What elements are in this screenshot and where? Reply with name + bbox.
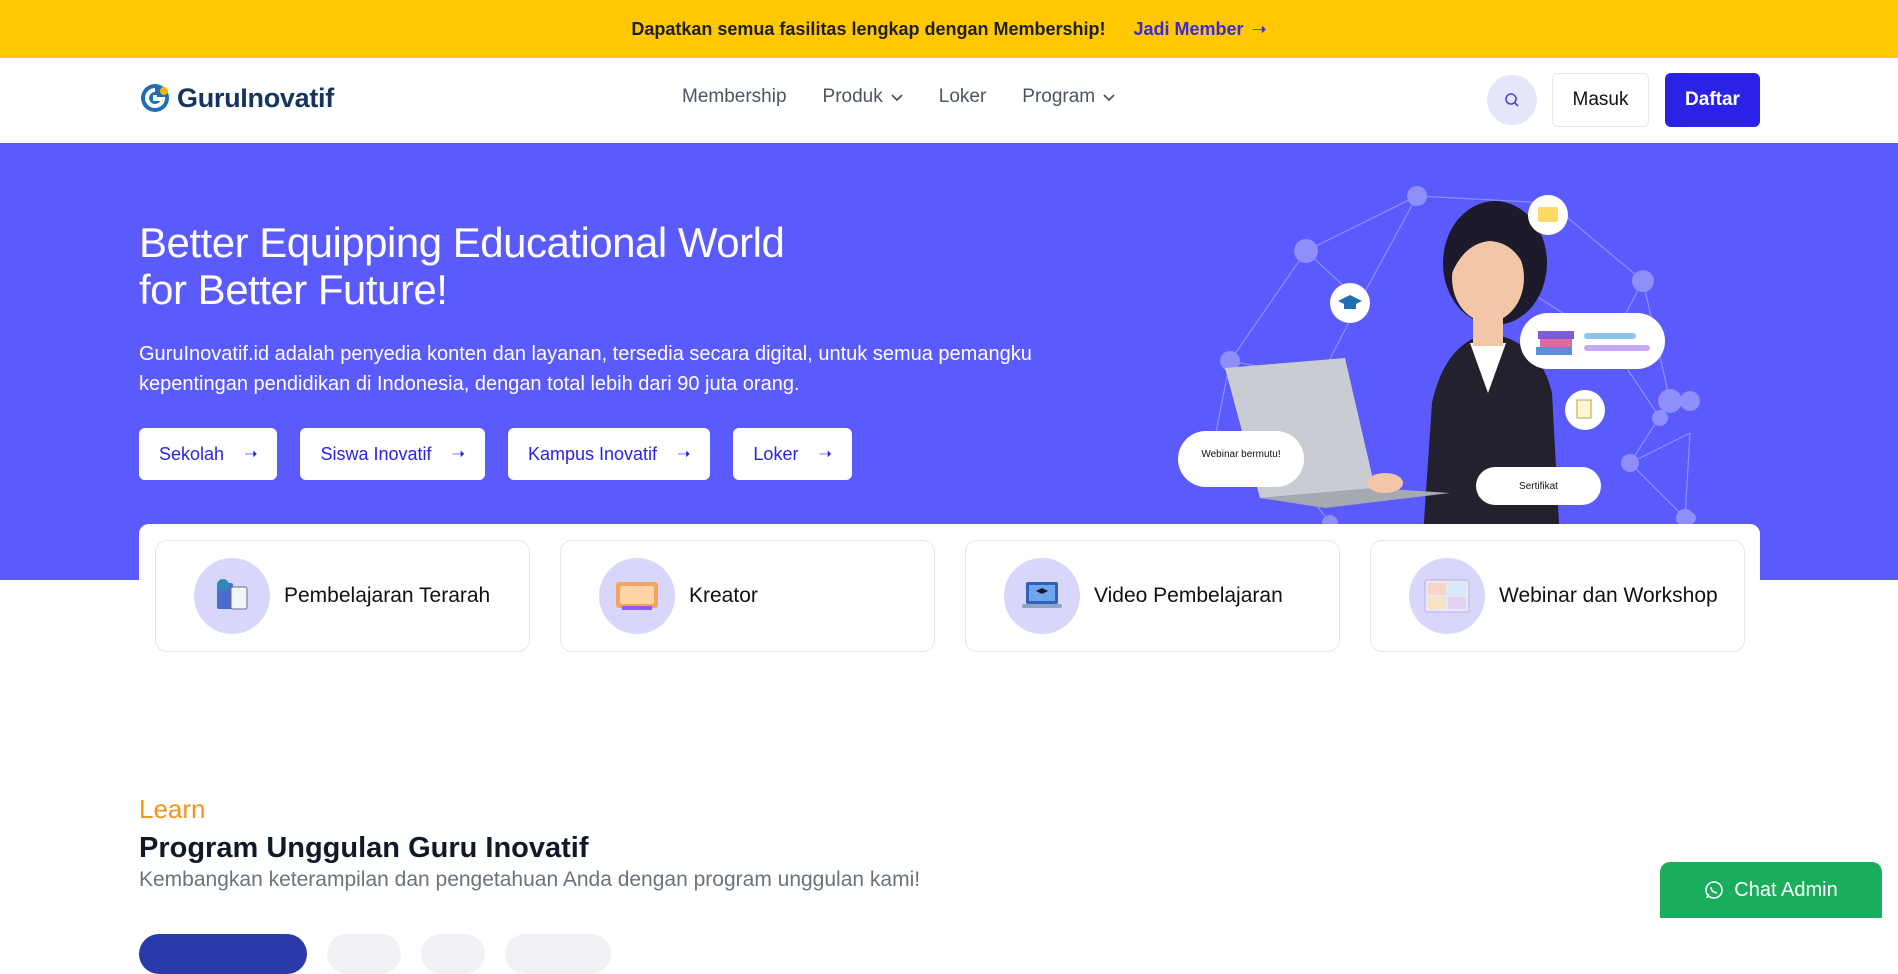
nav-item-label: Membership xyxy=(682,86,787,107)
certificate-bubble xyxy=(1528,195,1568,235)
feature-label: Pembelajaran Terarah xyxy=(284,584,491,607)
button-label: Kampus Inovatif xyxy=(527,443,658,464)
document-bubble xyxy=(1565,390,1605,430)
books-icon xyxy=(194,558,270,634)
logo-mark-icon xyxy=(141,84,169,112)
login-button[interactable]: Masuk xyxy=(1552,73,1649,127)
feature-card-kreator[interactable]: Kreator xyxy=(560,540,935,652)
button-label: Siswa Inovatif xyxy=(320,443,432,464)
feature-card-webinar-workshop[interactable]: Webinar dan Workshop xyxy=(1370,540,1745,652)
chat-admin-label: Chat Admin xyxy=(1734,878,1838,901)
hero-title-line: for Better Future! xyxy=(139,266,448,313)
promo-message: Dapatkan semua fasilitas lengkap dengan … xyxy=(631,18,1106,39)
laptop-icon xyxy=(1004,558,1080,634)
nav-item-loker[interactable]: Loker xyxy=(939,86,987,108)
register-button[interactable]: Daftar xyxy=(1665,73,1760,127)
feature-label: Kreator xyxy=(689,584,758,607)
kampus-inovatif-button[interactable]: Kampus Inovatif ➝ xyxy=(507,428,711,480)
program-tab[interactable] xyxy=(327,934,401,974)
learn-eyebrow: Learn xyxy=(139,794,206,824)
chevron-down-icon xyxy=(891,94,903,102)
chevron-down-icon xyxy=(1103,94,1115,102)
creator-icon xyxy=(599,558,675,634)
hero-title-line: Better Equipping Educational World xyxy=(139,219,785,266)
nav-item-label: Program xyxy=(1022,86,1096,107)
program-tab[interactable] xyxy=(505,934,611,974)
search-icon xyxy=(1505,93,1519,107)
search-button[interactable] xyxy=(1487,75,1537,125)
arrow-right-icon: ➝ xyxy=(818,446,832,463)
webinar-bubble: Webinar bermutu! xyxy=(1178,431,1304,487)
join-member-link[interactable]: Jadi Member ➝ xyxy=(1134,19,1267,40)
certificate-label-bubble: Sertifikat xyxy=(1476,467,1601,505)
hero-button-group: Sekolah ➝ Siswa Inovatif ➝ Kampus Inovat… xyxy=(139,428,852,480)
nav-item-label: Loker xyxy=(938,86,987,107)
brand-name: GuruInovatif xyxy=(177,82,334,113)
arrow-right-icon: ➝ xyxy=(451,446,465,463)
nav-item-program[interactable]: Program xyxy=(1022,86,1115,108)
program-tab[interactable] xyxy=(139,934,307,974)
hero-section: Better Equipping Educational World for B… xyxy=(0,143,1898,580)
hero-illustration xyxy=(1202,186,1700,580)
learn-subtitle: Kembangkan keterampilan dan pengetahuan … xyxy=(139,868,921,891)
certificate-bubble-label: Sertifikat xyxy=(1519,480,1558,492)
sekolah-button[interactable]: Sekolah ➝ xyxy=(139,428,278,480)
button-label: Sekolah xyxy=(159,443,225,464)
whatsapp-icon xyxy=(1705,881,1724,899)
main-menu: Membership Produk Loker Program xyxy=(682,86,1115,108)
arrow-right-icon: ➝ xyxy=(677,446,691,463)
hero-description: GuruInovatif.id adalah penyedia konten d… xyxy=(139,343,1032,395)
arrow-right-icon: ➝ xyxy=(244,446,258,463)
button-label: Loker xyxy=(753,443,799,464)
feature-cards: Pembelajaran Terarah Kreator Video Pembe… xyxy=(139,524,1760,664)
books-card xyxy=(1520,313,1665,369)
video-call-icon xyxy=(1409,558,1485,634)
arrow-right-icon: ➝ xyxy=(1251,18,1267,39)
feature-label: Webinar dan Workshop xyxy=(1499,584,1718,607)
program-filter-tabs xyxy=(139,934,611,974)
siswa-inovatif-button[interactable]: Siswa Inovatif ➝ xyxy=(300,428,485,480)
feature-label: Video Pembelajaran xyxy=(1094,584,1283,607)
chat-admin-button[interactable]: Chat Admin xyxy=(1660,862,1882,918)
webinar-bubble-label: Webinar bermutu! xyxy=(1201,448,1281,460)
feature-card-pembelajaran-terarah[interactable]: Pembelajaran Terarah xyxy=(155,540,530,652)
learn-title: Program Unggulan Guru Inovatif xyxy=(139,832,589,864)
promo-banner: Dapatkan semua fasilitas lengkap dengan … xyxy=(0,0,1898,58)
nav-item-label: Produk xyxy=(822,86,883,107)
nav-item-produk[interactable]: Produk xyxy=(823,86,903,108)
program-tab[interactable] xyxy=(421,934,485,974)
navbar: GuruInovatif Membership Produk Loker Pro… xyxy=(0,58,1898,143)
brand-logo[interactable]: GuruInovatif xyxy=(139,82,334,114)
loker-button[interactable]: Loker ➝ xyxy=(733,428,852,480)
nav-item-membership[interactable]: Membership xyxy=(682,86,787,108)
feature-card-video-pembelajaran[interactable]: Video Pembelajaran xyxy=(965,540,1340,652)
hero-title: Better Equipping Educational World for B… xyxy=(139,219,899,313)
join-member-label: Jadi Member xyxy=(1133,18,1244,39)
graduation-cap-bubble xyxy=(1330,283,1370,323)
